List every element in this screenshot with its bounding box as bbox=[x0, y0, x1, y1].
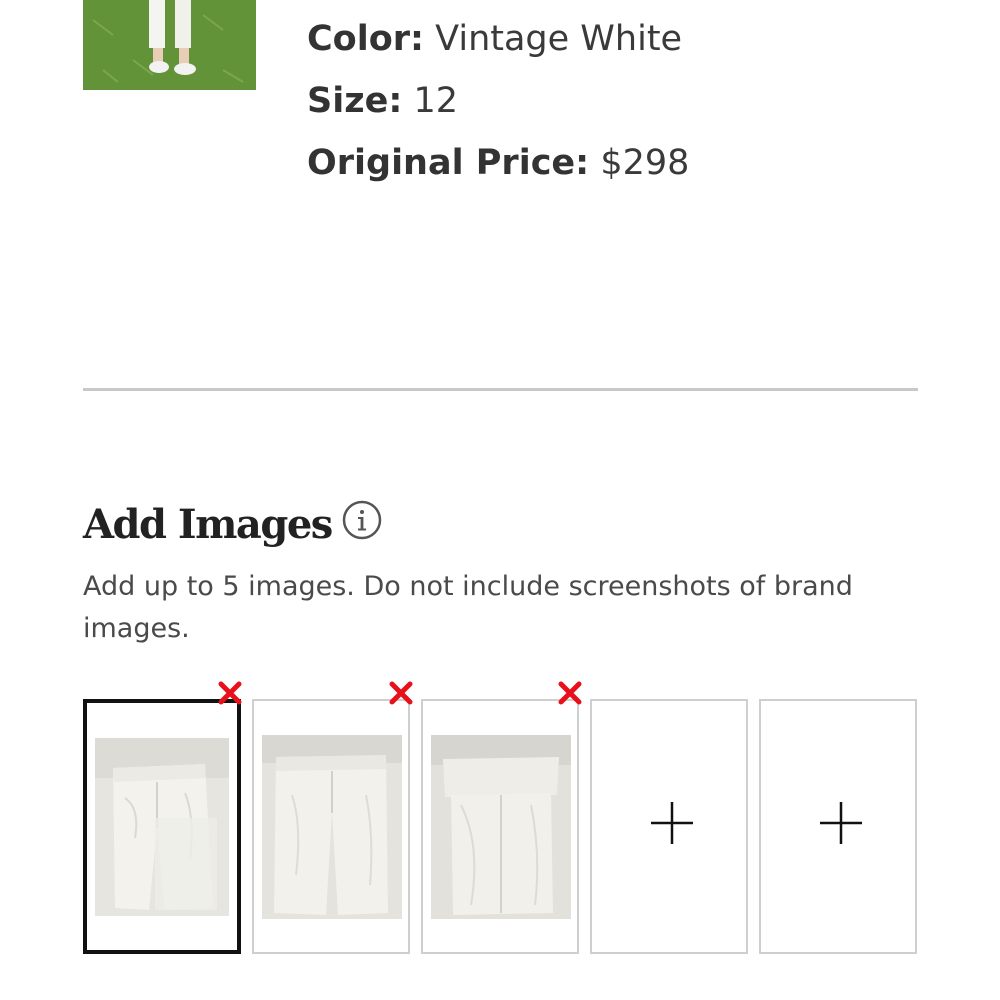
uploaded-photo-2 bbox=[262, 735, 402, 919]
product-photo bbox=[83, 0, 256, 90]
color-label: Color: bbox=[307, 19, 425, 59]
remove-image-3-icon[interactable] bbox=[556, 679, 584, 707]
image-slot-3[interactable] bbox=[421, 699, 579, 954]
color-value: Vintage White bbox=[435, 19, 683, 59]
remove-image-2-icon[interactable] bbox=[387, 679, 415, 707]
size-label: Size: bbox=[307, 81, 403, 121]
color-row: Color: Vintage White bbox=[307, 8, 907, 70]
size-value: 12 bbox=[413, 81, 458, 121]
image-slot-1[interactable] bbox=[83, 699, 241, 954]
product-thumbnail bbox=[83, 0, 256, 90]
image-slot-4-add[interactable] bbox=[590, 699, 748, 954]
uploaded-photo-1 bbox=[95, 738, 229, 916]
original-price-value: $298 bbox=[600, 143, 690, 183]
size-row: Size: 12 bbox=[307, 70, 907, 132]
info-icon[interactable] bbox=[342, 500, 382, 540]
remove-image-1-icon[interactable] bbox=[216, 679, 244, 707]
plus-icon bbox=[651, 802, 693, 844]
original-price-label: Original Price: bbox=[307, 143, 590, 183]
image-slots bbox=[83, 681, 923, 959]
original-price-row: Original Price: $298 bbox=[307, 132, 907, 194]
uploaded-photo-3 bbox=[431, 735, 571, 919]
add-images-header: Add Images bbox=[83, 494, 382, 554]
section-divider bbox=[83, 388, 918, 391]
product-details: Color: Vintage White Size: 12 Original P… bbox=[307, 8, 907, 194]
plus-icon bbox=[820, 802, 862, 844]
add-images-instructions: Add up to 5 images. Do not include scree… bbox=[83, 571, 853, 644]
image-slot-2[interactable] bbox=[252, 699, 410, 954]
add-images-title: Add Images bbox=[83, 500, 333, 548]
image-slot-5-add[interactable] bbox=[759, 699, 917, 954]
